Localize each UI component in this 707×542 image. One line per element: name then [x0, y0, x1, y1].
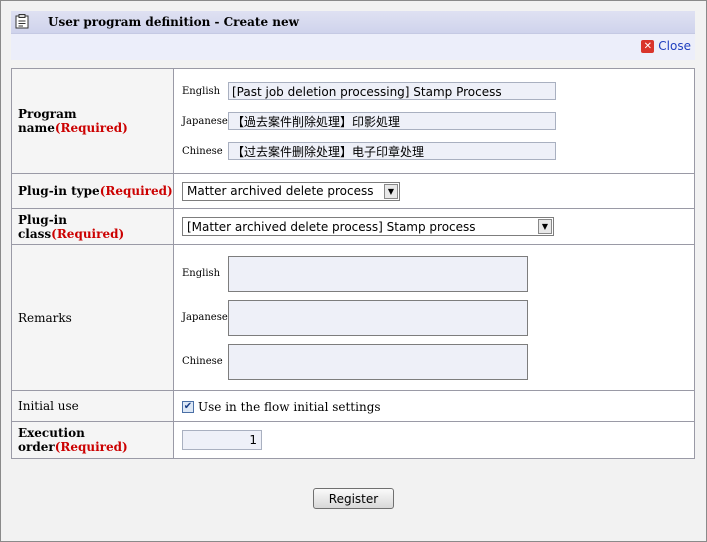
- program-name-chinese-input[interactable]: 【过去案件删除处理】电子印章处理: [228, 142, 556, 160]
- program-name-chinese-row: Chinese 【过去案件删除处理】电子印章处理: [182, 136, 694, 166]
- close-bar: ✕ Close: [11, 34, 695, 60]
- remarks-japanese-row: Japanese: [182, 296, 694, 340]
- plugin-class-selected: [Matter archived delete process] Stamp p…: [187, 219, 476, 234]
- plugin-type-label-cell: Plug-in type(Required): [11, 173, 174, 209]
- plugin-class-cell: [Matter archived delete process] Stamp p…: [173, 208, 695, 245]
- execution-order-label-cell: Execution order(Required): [11, 421, 174, 459]
- remarks-label: Remarks: [18, 310, 72, 325]
- initial-use-cell: ✔ Use in the flow initial settings: [173, 390, 695, 422]
- execution-order-input[interactable]: 1: [182, 430, 262, 450]
- initial-use-checkbox-label[interactable]: Use in the flow initial settings: [198, 400, 381, 414]
- program-name-english-row: English [Past job deletion processing] S…: [182, 76, 694, 106]
- program-name-inputs: English [Past job deletion processing] S…: [173, 68, 695, 174]
- lang-label-chinese: Chinese: [182, 145, 223, 157]
- remarks-english-row: English: [182, 252, 694, 296]
- remarks-chinese-row: Chinese: [182, 340, 694, 384]
- program-name-label-cell: Program name(Required): [11, 68, 174, 174]
- lang-label-japanese: Japanese: [182, 115, 228, 127]
- plugin-type-selected: Matter archived delete process: [187, 184, 374, 198]
- initial-use-label-cell: Initial use: [11, 390, 174, 422]
- row-plugin-type: Plug-in type(Required) Matter archived d…: [11, 173, 695, 209]
- initial-use-checkbox[interactable]: ✔: [182, 400, 194, 413]
- register-button[interactable]: Register: [313, 488, 394, 509]
- dialog-title: User program definition - Create new: [48, 15, 299, 29]
- remarks-inputs: English Japanese Chinese: [173, 244, 695, 391]
- initial-use-label: Initial use: [18, 399, 79, 413]
- program-name-japanese-row: Japanese 【過去案件削除処理】印影処理: [182, 106, 694, 136]
- program-name-japanese-input[interactable]: 【過去案件削除処理】印影処理: [228, 112, 556, 130]
- plugin-class-label-cell: Plug-in class(Required): [11, 208, 174, 245]
- row-plugin-class: Plug-in class(Required) [Matter archived…: [11, 208, 695, 245]
- lang-label-english: English: [182, 268, 221, 279]
- plugin-type-cell: Matter archived delete process ▼: [173, 173, 695, 209]
- close-icon: ✕: [641, 39, 655, 53]
- clipboard-icon: [15, 14, 29, 29]
- required-marker: (Required): [99, 184, 173, 198]
- chevron-down-icon[interactable]: ▼: [384, 183, 398, 199]
- required-marker: (Required): [54, 440, 128, 454]
- plugin-type-label: Plug-in type: [18, 184, 100, 198]
- initial-use-checkbox-wrap[interactable]: ✔ Use in the flow initial settings: [182, 400, 381, 414]
- required-marker: (Required): [51, 226, 125, 241]
- plugin-class-select[interactable]: [Matter archived delete process] Stamp p…: [182, 217, 554, 236]
- plugin-type-select[interactable]: Matter archived delete process ▼: [182, 181, 400, 201]
- remarks-english-textarea[interactable]: [228, 255, 528, 292]
- lang-label-japanese: Japanese: [182, 312, 228, 323]
- row-program-name: Program name(Required) English [Past job…: [11, 68, 695, 174]
- close-button[interactable]: ✕ Close: [641, 39, 691, 53]
- row-initial-use: Initial use ✔ Use in the flow initial se…: [11, 390, 695, 422]
- program-name-english-input[interactable]: [Past job deletion processing] Stamp Pro…: [228, 82, 556, 100]
- execution-order-cell: 1: [173, 421, 695, 459]
- program-form: Program name(Required) English [Past job…: [11, 68, 695, 459]
- remarks-label-cell: Remarks: [11, 244, 174, 391]
- row-execution-order: Execution order(Required) 1: [11, 421, 695, 459]
- lang-label-chinese: Chinese: [182, 356, 223, 367]
- close-label: Close: [658, 39, 691, 53]
- remarks-chinese-textarea[interactable]: [228, 343, 528, 380]
- remarks-japanese-textarea[interactable]: [228, 299, 528, 336]
- required-marker: (Required): [54, 121, 128, 135]
- chevron-down-icon[interactable]: ▼: [538, 219, 552, 234]
- lang-label-english: English: [182, 85, 221, 97]
- row-remarks: Remarks English Japanese Chinese: [11, 244, 695, 391]
- dialog-titlebar: User program definition - Create new: [11, 11, 695, 34]
